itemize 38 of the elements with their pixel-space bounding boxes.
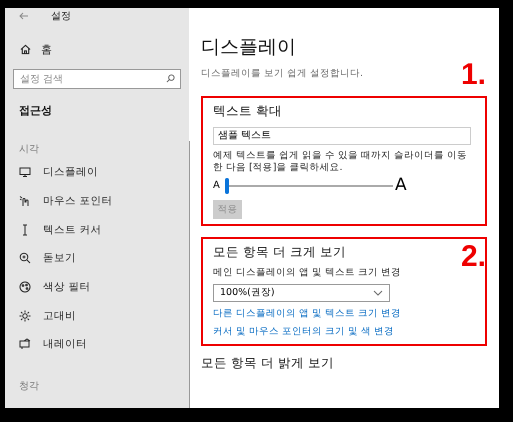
text-size-slider[interactable] [227,178,393,194]
settings-link[interactable]: 커서 및 마우스 포인터의 크기 및 색 변경 [213,326,475,338]
sun-icon [19,310,31,322]
category-label: 청각 [18,380,40,394]
home-icon [20,44,31,55]
back-icon[interactable] [19,12,29,20]
hand-pointer-icon [19,195,31,208]
sidebar-item[interactable]: 색상 필터 [13,272,182,302]
section-title: 모든 항목 더 밝게 보기 [201,355,335,370]
page-title: 디스플레이 [201,36,297,59]
annotation-number: 2. [460,242,486,272]
monitor-icon [19,166,31,178]
slider-thumb[interactable] [225,178,229,194]
settings-link[interactable]: 다른 디스플레이의 앱 및 텍스트 크기 변경 [213,308,475,320]
scale-dropdown[interactable]: 100%(권장) [213,284,390,302]
search-icon [166,74,176,83]
category-label: 시각 [18,143,40,157]
palette-icon [19,281,31,294]
window-title: 설정 [51,10,71,23]
field-label: 메인 디스플레이의 앱 및 텍스트 크기 변경 [213,266,402,279]
sidebar-item[interactable]: 디스플레이 [13,158,182,187]
sidebar-item[interactable]: 내레이터 [13,330,182,359]
home-item[interactable]: 홈 [13,42,182,57]
small-a-label: A [213,180,221,192]
search-field[interactable]: 설정 검색 [13,69,182,89]
sidebar-item[interactable]: 고대비 [13,301,182,330]
section-title: 텍스트 확대 [213,102,283,118]
sidebar-item[interactable]: 돋보기 [13,244,182,273]
sidebar-item[interactable]: 텍스트 커서 [13,215,182,244]
chevron-down-icon [373,290,383,296]
instruction-text: 예제 텍스트를 쉽게 읽을 수 있을 때까지 슬라이더를 이동한 다음 [적용]을 클릭하세요. [213,150,468,174]
section-heading: 접근성 [18,103,53,118]
large-a-label: A [395,177,407,194]
narrator-icon [19,338,31,350]
page-subtitle: 디스플레이를 보기 쉽게 설정합니다. [201,68,364,79]
magnifier-icon [19,252,31,264]
annotation-number: 1. [460,60,486,90]
sidebar-item[interactable]: 마우스 포인터 [13,186,182,216]
